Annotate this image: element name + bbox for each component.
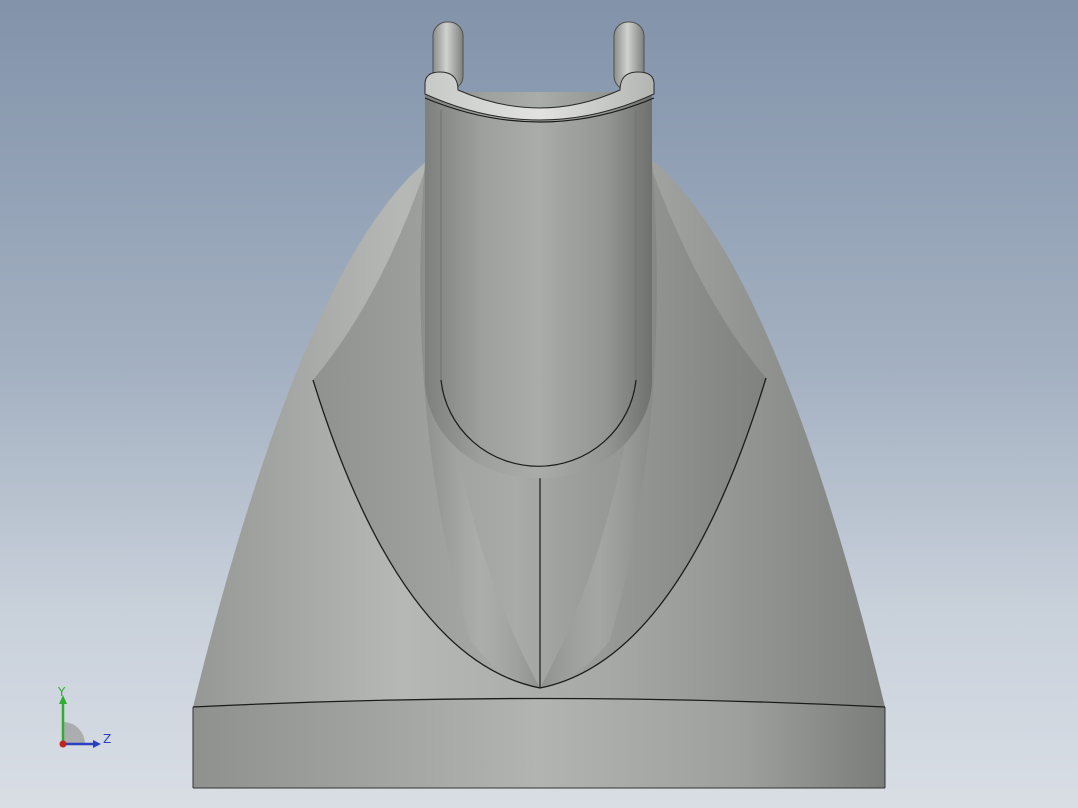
- base-plate: [193, 698, 885, 788]
- triad-y-label: Y: [58, 685, 66, 699]
- 3d-model-view[interactable]: [0, 0, 1078, 808]
- triad-z-arrowhead: [93, 740, 101, 748]
- cylinder-shell: [425, 92, 652, 479]
- orientation-triad[interactable]: Y Z: [48, 684, 118, 754]
- triad-plane-quadrant: [63, 722, 85, 744]
- graphics-viewport[interactable]: Y Z: [0, 0, 1078, 808]
- triad-origin: [59, 740, 67, 748]
- triad-z-label: Z: [103, 732, 112, 746]
